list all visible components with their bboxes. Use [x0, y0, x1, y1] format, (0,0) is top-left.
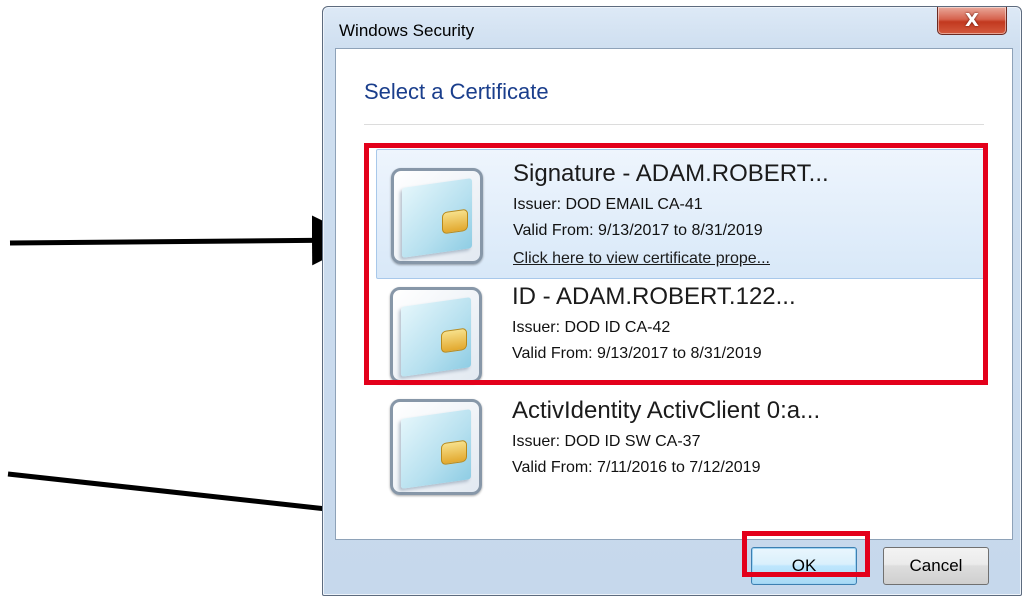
- card-chip: [441, 439, 467, 466]
- heading-divider: [364, 124, 984, 125]
- close-button[interactable]: X: [937, 7, 1007, 35]
- title-bar[interactable]: Windows Security X: [323, 7, 1021, 47]
- certificate-list-highlight: [364, 143, 988, 385]
- cancel-button[interactable]: Cancel: [883, 547, 989, 585]
- certificate-name: ActivIdentity ActivClient 0:a...: [512, 397, 821, 424]
- ok-button-highlight: [742, 531, 870, 577]
- smart-card-icon: [390, 399, 482, 495]
- arrow-to-certificate-list: [9, 215, 362, 266]
- certificate-issuer: Issuer: DOD ID SW CA-37: [512, 433, 701, 450]
- dialog-footer: OK Cancel: [323, 537, 1021, 595]
- close-icon: X: [965, 9, 979, 31]
- window-title: Windows Security: [339, 21, 475, 40]
- certificate-validity: Valid From: 7/11/2016 to 7/12/2019: [512, 459, 761, 476]
- dialog-heading: Select a Certificate: [364, 79, 549, 104]
- certificate-item-activclient[interactable]: ActivIdentity ActivClient 0:a... Issuer:…: [376, 395, 988, 505]
- card-face: [401, 409, 471, 489]
